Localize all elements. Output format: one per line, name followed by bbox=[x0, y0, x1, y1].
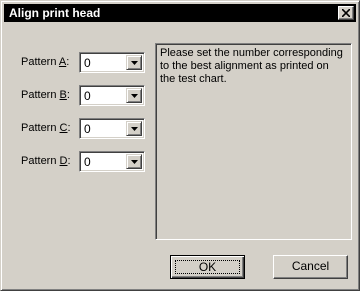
pattern-d-value: 0 bbox=[84, 155, 91, 169]
chevron-down-icon bbox=[131, 61, 138, 65]
ok-button[interactable]: OK bbox=[170, 255, 245, 279]
instructions-panel: Please set the number corresponding to t… bbox=[155, 43, 352, 240]
pattern-d-select[interactable]: 0 bbox=[79, 151, 145, 172]
pattern-a-select[interactable]: 0 bbox=[79, 52, 145, 73]
pattern-c-value: 0 bbox=[84, 122, 91, 136]
pattern-c-select[interactable]: 0 bbox=[79, 118, 145, 139]
pattern-c-label: Pattern C: bbox=[21, 122, 71, 134]
pattern-d-label: Pattern D: bbox=[21, 155, 71, 167]
ok-button-label: OK bbox=[198, 260, 217, 274]
pattern-b-value: 0 bbox=[84, 89, 91, 103]
cancel-button[interactable]: Cancel bbox=[273, 255, 348, 279]
pattern-a-dropdown-button[interactable] bbox=[126, 55, 142, 70]
chevron-down-icon bbox=[131, 160, 138, 164]
instructions-text: Please set the number corresponding to t… bbox=[160, 47, 343, 85]
close-button[interactable] bbox=[338, 6, 354, 20]
chevron-down-icon bbox=[131, 127, 138, 131]
pattern-b-label: Pattern B: bbox=[21, 89, 70, 101]
pattern-a-label: Pattern A: bbox=[21, 56, 70, 68]
close-icon bbox=[342, 9, 350, 17]
cancel-button-label: Cancel bbox=[291, 259, 330, 273]
align-print-head-dialog: Align print head Pattern A: 0 Pattern B:… bbox=[0, 0, 360, 291]
chevron-down-icon bbox=[131, 94, 138, 98]
pattern-c-dropdown-button[interactable] bbox=[126, 121, 142, 136]
title-bar[interactable]: Align print head bbox=[4, 4, 356, 22]
focus-rectangle: OK bbox=[175, 260, 240, 274]
pattern-b-dropdown-button[interactable] bbox=[126, 88, 142, 103]
window-title: Align print head bbox=[9, 6, 101, 20]
pattern-a-value: 0 bbox=[84, 56, 91, 70]
pattern-b-select[interactable]: 0 bbox=[79, 85, 145, 106]
pattern-d-dropdown-button[interactable] bbox=[126, 154, 142, 169]
